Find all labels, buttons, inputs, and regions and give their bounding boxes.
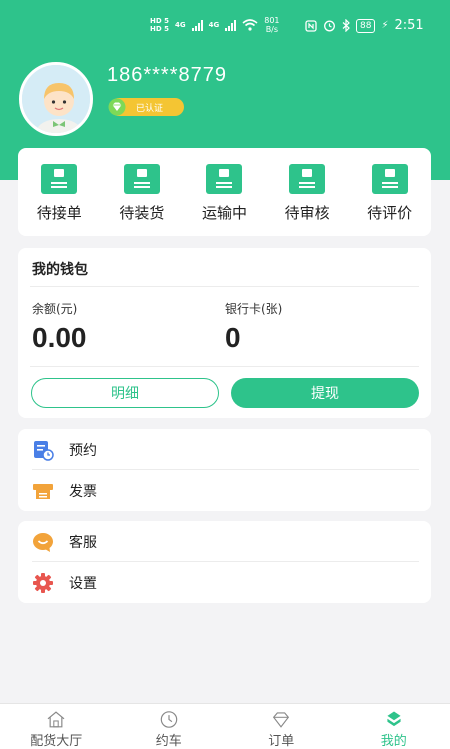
menu-label: 预约 bbox=[69, 442, 97, 459]
tab-mine[interactable]: 我的 bbox=[338, 704, 450, 749]
order-pending-load[interactable]: 待装货 bbox=[107, 164, 177, 236]
diamond-icon bbox=[273, 712, 290, 728]
nfc-icon bbox=[305, 19, 317, 32]
bank-cards-label: 银行卡(张) bbox=[225, 302, 283, 316]
tab-label: 我的 bbox=[380, 734, 407, 749]
tab-dispatch-hall[interactable]: 配货大厅 bbox=[0, 704, 113, 749]
bluetooth-icon bbox=[342, 19, 350, 32]
order-document-icon bbox=[371, 164, 408, 194]
order-document-icon bbox=[289, 164, 326, 194]
menu-label: 设置 bbox=[69, 575, 97, 592]
tab-label: 配货大厅 bbox=[30, 734, 83, 749]
order-pending-accept[interactable]: 待接单 bbox=[24, 164, 94, 236]
order-label: 待接单 bbox=[36, 204, 82, 222]
avatar[interactable] bbox=[19, 62, 93, 136]
chat-bubble-icon bbox=[33, 533, 53, 552]
order-label: 待评价 bbox=[367, 204, 413, 222]
bottom-tab-bar: 配货大厅 约车 订单 我的 bbox=[0, 703, 450, 749]
order-status-card: 待接单 待装货 运输中 待审核 待评价 bbox=[18, 148, 431, 236]
speed-unit: B/s bbox=[265, 25, 279, 34]
bank-cards-value: 0 bbox=[225, 322, 241, 353]
menu-item-invoice[interactable]: 发票 bbox=[18, 470, 431, 511]
clock-time: 2:51 bbox=[394, 18, 424, 33]
order-in-transit[interactable]: 运输中 bbox=[189, 164, 259, 236]
clock-icon bbox=[160, 711, 178, 728]
order-label: 运输中 bbox=[201, 204, 247, 222]
signal-icon-2 bbox=[225, 19, 237, 31]
menu-label: 发票 bbox=[69, 483, 97, 500]
sim-indicators: HD 5 HD 5 bbox=[150, 17, 169, 33]
charging-icon: ⚡ bbox=[381, 20, 389, 31]
order-pending-rating[interactable]: 待评价 bbox=[355, 164, 425, 236]
hd-indicator-1: HD 5 bbox=[150, 17, 169, 25]
tab-label: 订单 bbox=[268, 734, 295, 749]
menu-group-2: 客服 设置 bbox=[18, 521, 431, 603]
status-bar: HD 5 HD 5 4G 4G 801 B/s 88 ⚡ 2:51 bbox=[0, 12, 450, 42]
menu-group-1: 预约 发票 bbox=[18, 429, 431, 511]
battery-indicator: 88 bbox=[356, 18, 376, 33]
menu-item-settings[interactable]: 设置 bbox=[18, 562, 431, 603]
order-document-icon bbox=[123, 164, 160, 194]
wallet-title: 我的钱包 bbox=[32, 262, 88, 278]
order-pending-review[interactable]: 待审核 bbox=[272, 164, 342, 236]
menu-label: 客服 bbox=[69, 534, 97, 551]
balance-value: 0.00 bbox=[32, 322, 87, 353]
calendar-clock-icon bbox=[34, 441, 54, 461]
tab-book-truck[interactable]: 约车 bbox=[113, 704, 226, 749]
verified-label: 已认证 bbox=[136, 103, 164, 114]
alarm-icon bbox=[324, 20, 335, 32]
order-document-icon bbox=[206, 164, 243, 194]
menu-item-customer-service[interactable]: 客服 bbox=[18, 521, 431, 562]
tab-orders[interactable]: 订单 bbox=[225, 704, 338, 749]
network-type-1: 4G bbox=[174, 21, 186, 29]
divider bbox=[30, 366, 419, 367]
divider bbox=[30, 286, 419, 287]
wifi-icon bbox=[242, 19, 258, 31]
verified-badge: 已认证 bbox=[108, 98, 184, 116]
signal-icon bbox=[191, 19, 203, 31]
gear-icon bbox=[33, 573, 53, 593]
menu-item-reservation[interactable]: 预约 bbox=[18, 429, 431, 470]
balance-label: 余额(元) bbox=[32, 302, 78, 316]
wallet-card: 我的钱包 余额(元) 0.00 银行卡(张) 0 明细 提现 bbox=[18, 248, 431, 418]
verified-diamond-icon bbox=[108, 98, 126, 116]
speed-value: 801 bbox=[264, 16, 280, 25]
detail-button[interactable]: 明细 bbox=[31, 378, 219, 408]
withdraw-button[interactable]: 提现 bbox=[231, 378, 419, 408]
order-label: 待审核 bbox=[284, 204, 330, 222]
network-type-2: 4G bbox=[208, 21, 220, 29]
home-icon bbox=[47, 711, 65, 728]
user-phone: 186****8779 bbox=[107, 64, 227, 86]
order-label: 待装货 bbox=[119, 204, 165, 222]
profile-icon bbox=[387, 711, 401, 727]
order-document-icon bbox=[41, 164, 78, 194]
network-speed: 801 B/s bbox=[264, 16, 279, 34]
tab-label: 约车 bbox=[155, 734, 182, 749]
invoice-icon bbox=[33, 484, 53, 499]
hd-indicator-2: HD 5 bbox=[150, 25, 169, 33]
